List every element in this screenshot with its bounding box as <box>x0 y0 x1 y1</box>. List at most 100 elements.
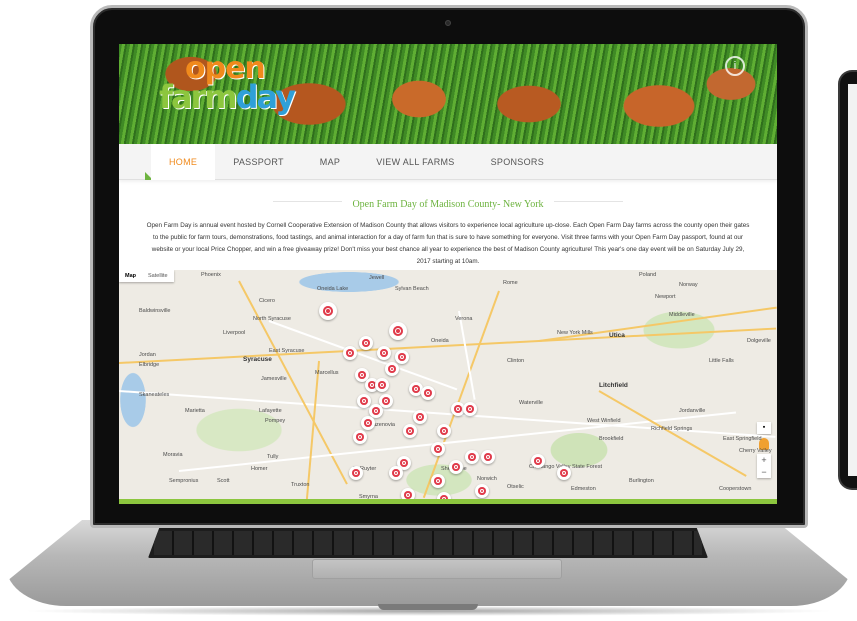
map-label: Clinton <box>507 358 525 364</box>
map-label: Poland <box>639 272 657 278</box>
map-label: Oneida <box>431 338 449 344</box>
farm-marker[interactable] <box>463 402 477 416</box>
map-label: Marietta <box>185 408 205 414</box>
map-tab-satellite[interactable]: Satellite <box>142 270 174 282</box>
map-label: Otselic <box>507 484 524 490</box>
map-label: New York Mills <box>557 330 593 336</box>
info-icon[interactable]: i <box>725 56 745 76</box>
map-label: Newport <box>655 294 676 300</box>
farm-marker[interactable] <box>413 410 427 424</box>
map-label: Homer <box>251 466 268 472</box>
map-label: Brookfield <box>599 436 624 442</box>
farm-marker[interactable] <box>557 466 571 480</box>
hero-banner: open farmday i <box>119 44 777 144</box>
farm-marker[interactable] <box>395 350 409 364</box>
farm-marker[interactable] <box>343 346 357 360</box>
map-label: West Winfield <box>587 418 621 424</box>
farm-marker[interactable] <box>377 346 391 360</box>
map-label: Scott <box>217 478 230 484</box>
map-label: Burlington <box>629 478 654 484</box>
map-label: Verona <box>455 316 473 322</box>
map-label: East Syracuse <box>269 348 305 354</box>
stage: open farmday i HOME PASSPORT MAP VIEW ALL F… <box>0 0 857 621</box>
farm-marker[interactable] <box>389 466 403 480</box>
zoom-out-button[interactable]: − <box>757 466 771 478</box>
map-label: Skaneateles <box>139 392 170 398</box>
laptop-trackpad <box>312 559 562 579</box>
farm-marker[interactable] <box>359 336 373 350</box>
map-label: Baldwinsville <box>139 308 171 314</box>
laptop-notch <box>378 604 478 610</box>
map-label: Dolgeville <box>747 338 771 344</box>
zoom-in-button[interactable]: + <box>757 454 771 466</box>
map-label: Cooperstown <box>719 486 752 492</box>
nav-item-home[interactable]: HOME <box>151 144 216 180</box>
farm-marker[interactable] <box>431 442 445 456</box>
map-label: Rome <box>503 280 518 286</box>
map-label: Jamesville <box>261 376 287 382</box>
map-label: Jewell <box>369 275 385 281</box>
farm-marker[interactable] <box>319 302 337 320</box>
farm-marker[interactable] <box>361 416 375 430</box>
camera-icon <box>445 20 451 26</box>
laptop-screen: open farmday i HOME PASSPORT MAP VIEW ALL F… <box>119 44 777 504</box>
nav-item-passport[interactable]: PASSPORT <box>215 144 302 180</box>
map-label: East Springfield <box>723 436 762 442</box>
laptop-lid: open farmday i HOME PASSPORT MAP VIEW ALL F… <box>90 5 808 528</box>
map-label: Liverpool <box>223 330 246 336</box>
lock-icon[interactable]: ▪ <box>757 422 771 434</box>
map-label: Cicero <box>259 298 275 304</box>
farm-marker[interactable] <box>353 430 367 444</box>
page-title-row: Open Farm Day of Madison County- New Yor… <box>119 194 777 210</box>
map-label: Jordanville <box>679 408 706 414</box>
map-label: Sylvan Beach <box>395 286 429 292</box>
farm-marker[interactable] <box>375 378 389 392</box>
map-label: Edmeston <box>571 486 596 492</box>
farm-marker[interactable] <box>389 322 407 340</box>
farm-marker[interactable] <box>475 484 489 498</box>
nav-item-view-all-farms[interactable]: VIEW ALL FARMS <box>358 144 472 180</box>
map-label: Tully <box>267 454 279 460</box>
secondary-device <box>838 70 857 490</box>
map-label: Richfield Springs <box>651 426 693 432</box>
site-logo[interactable]: open farmday <box>159 54 296 114</box>
farm-marker[interactable] <box>421 386 435 400</box>
nav-item-map[interactable]: MAP <box>302 144 358 180</box>
map-road <box>458 310 476 400</box>
farm-marker[interactable] <box>403 424 417 438</box>
map-label: Syracuse <box>243 356 272 363</box>
map-label: Middleville <box>669 312 695 318</box>
map-tab-map[interactable]: Map <box>119 270 142 282</box>
logo-word-day: day <box>235 78 296 116</box>
map-road <box>538 306 777 342</box>
farm-marker[interactable] <box>465 450 479 464</box>
map-label: North Syracuse <box>253 316 291 322</box>
map-label: Utica <box>609 332 625 339</box>
nav-item-sponsors[interactable]: SPONSORS <box>473 144 562 180</box>
map-road <box>119 327 777 364</box>
map-label: Cherry Valley <box>739 448 772 454</box>
logo-word-farm: farm <box>159 78 238 116</box>
farm-marker[interactable] <box>349 466 363 480</box>
map-label: Oneida Lake <box>317 286 349 292</box>
map-label: Waterville <box>519 400 543 406</box>
farm-marker[interactable] <box>357 394 371 408</box>
farm-marker[interactable] <box>385 362 399 376</box>
farm-marker[interactable] <box>449 460 463 474</box>
map-label: Truxton <box>291 482 310 488</box>
map-label: Marcellus <box>315 370 339 376</box>
farm-marker[interactable] <box>437 424 451 438</box>
map-label: Sempronius <box>169 478 199 484</box>
farm-marker[interactable] <box>531 454 545 468</box>
map-label: Moravia <box>163 452 183 458</box>
map-label: Jordan <box>139 352 156 358</box>
map-label: Pompey <box>265 418 286 424</box>
farm-map[interactable]: Map Satellite ▪ + − Phoenix Oneida Lake Jew… <box>119 270 777 504</box>
main-nav: HOME PASSPORT MAP VIEW ALL FARMS SPONSORS <box>119 144 777 180</box>
map-label: Norway <box>679 282 698 288</box>
farm-marker[interactable] <box>431 474 445 488</box>
map-label: Elbridge <box>139 362 160 368</box>
farm-marker[interactable] <box>481 450 495 464</box>
laptop-keyboard <box>148 528 708 558</box>
map-label: Lafayette <box>259 408 282 414</box>
